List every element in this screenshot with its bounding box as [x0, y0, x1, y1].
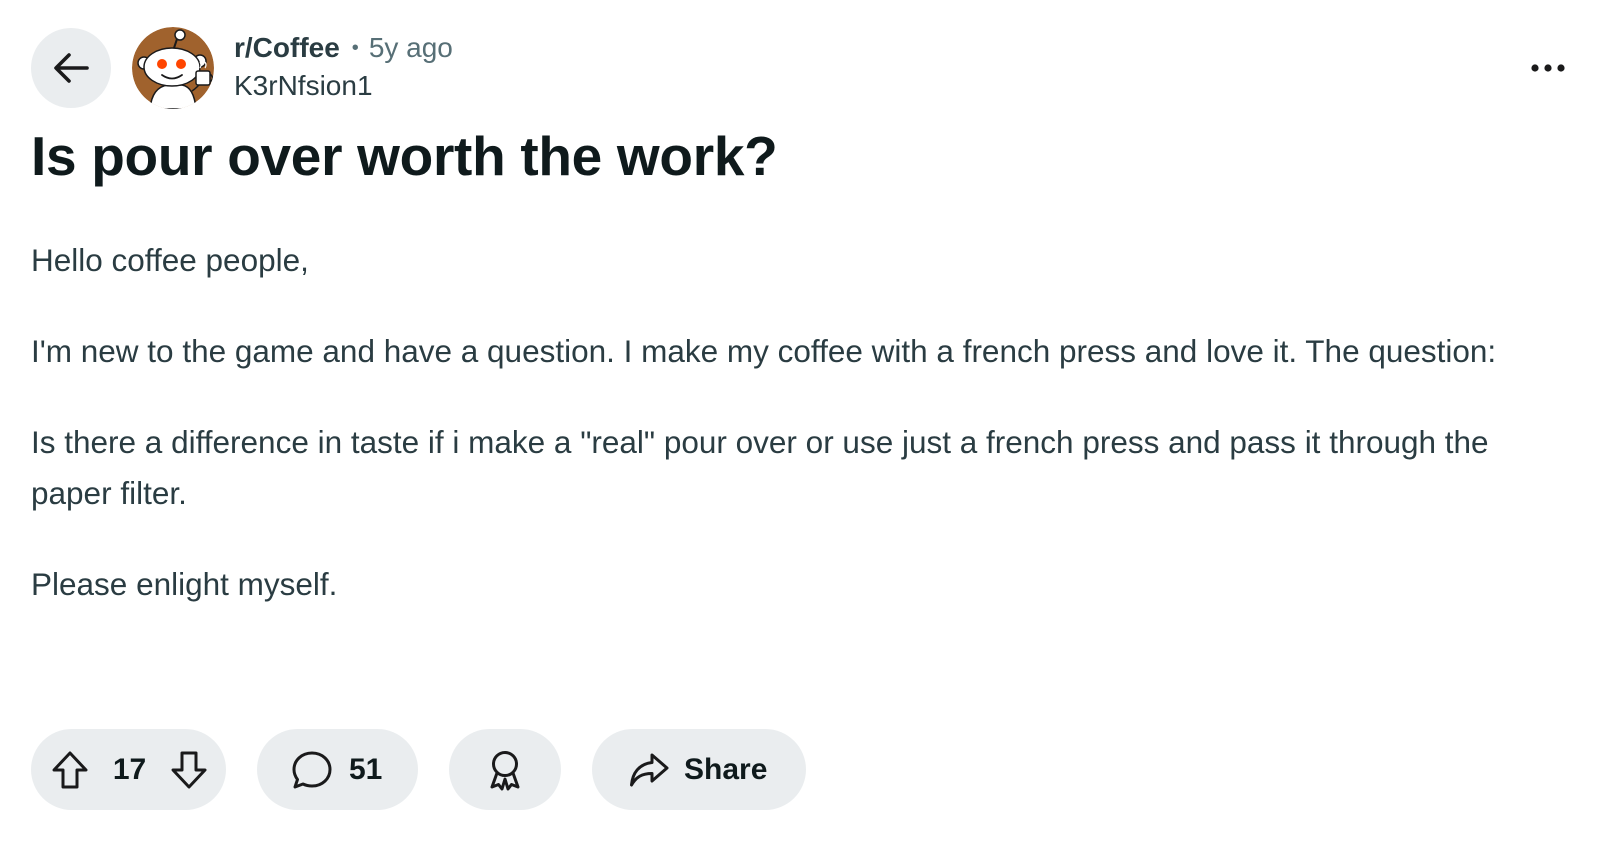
vote-count: 17: [112, 752, 147, 786]
award-button[interactable]: [449, 729, 561, 810]
arrow-up-icon: [51, 750, 89, 790]
vote-control: 17: [31, 729, 226, 810]
author-link[interactable]: K3rNfsion1: [234, 72, 453, 100]
body-paragraph: Is there a difference in taste if i make…: [31, 424, 1489, 511]
post-body: Hello coffee people, I'm new to the game…: [31, 235, 1576, 650]
post-title: Is pour over worth the work?: [31, 125, 778, 187]
upvote-button[interactable]: [51, 750, 89, 790]
meta-separator: •: [351, 37, 359, 59]
back-button[interactable]: [31, 28, 111, 108]
body-paragraph: Hello coffee people,: [31, 242, 309, 278]
arrow-down-icon: [170, 750, 208, 790]
body-paragraph: I'm new to the game and have a question.…: [31, 333, 1497, 369]
share-arrow-icon: [628, 751, 670, 789]
more-options-button[interactable]: [1524, 48, 1572, 88]
award-ribbon-icon: [485, 749, 525, 791]
ellipsis-icon: [1531, 64, 1565, 72]
post-actions: 17 51 Share: [31, 729, 806, 810]
comment-count: 51: [349, 752, 383, 786]
arrow-left-icon: [52, 51, 90, 85]
share-label: Share: [684, 752, 768, 786]
speech-bubble-icon: [291, 750, 333, 790]
snoo-coffee-icon: [132, 27, 214, 109]
comments-button[interactable]: 51: [257, 729, 418, 810]
subreddit-avatar[interactable]: [132, 27, 214, 109]
downvote-button[interactable]: [170, 750, 208, 790]
post-meta: r/Coffee • 5y ago K3rNfsion1: [234, 30, 453, 100]
subreddit-link[interactable]: r/Coffee: [234, 34, 340, 62]
share-button[interactable]: Share: [592, 729, 806, 810]
body-paragraph: Please enlight myself.: [31, 566, 338, 602]
post-age: 5y ago: [368, 32, 453, 63]
